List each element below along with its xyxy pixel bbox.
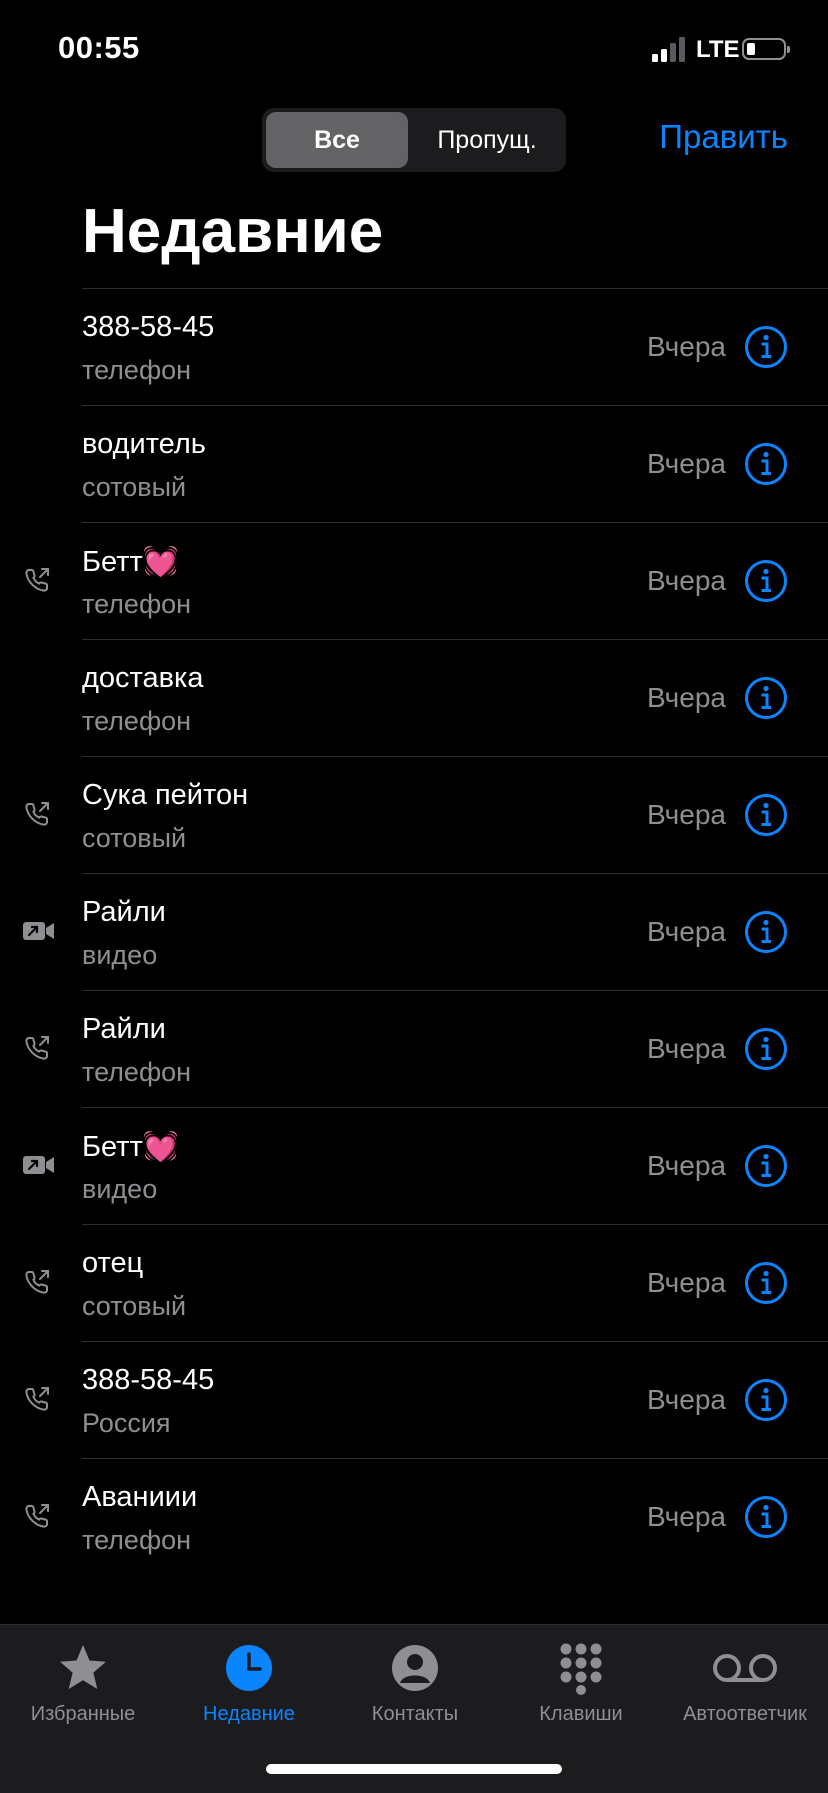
phone-outgoing-icon	[22, 1501, 52, 1531]
tab-voicemail-label: Автоответчик	[683, 1703, 807, 1725]
call-label: видео	[82, 1174, 158, 1204]
recent-calls-list: 388-58-45 телефон Вчера водитель сотовый Вчер…	[0, 288, 828, 1575]
call-label: телефон	[82, 589, 192, 619]
clock-icon	[226, 1645, 272, 1691]
call-name: Райли	[82, 896, 166, 928]
phone-outgoing-icon	[22, 1384, 52, 1414]
voicemail-icon	[713, 1654, 777, 1682]
call-label: телефон	[82, 355, 192, 385]
call-date: Вчера	[646, 916, 726, 947]
call-row[interactable]: доставка телефон Вчера	[82, 639, 828, 756]
call-name: Бетт💓	[82, 546, 179, 578]
call-date: Вчера	[646, 565, 726, 596]
call-label: телефон	[82, 706, 192, 736]
phone-outgoing-icon	[22, 1033, 52, 1063]
call-row[interactable]: водитель сотовый Вчера	[82, 405, 828, 522]
call-label: сотовый	[82, 823, 187, 853]
call-date: Вчера	[646, 799, 726, 830]
call-name: 388-58-45	[82, 311, 215, 343]
battery-icon	[742, 38, 790, 60]
tab-favorites[interactable]: Избранные	[0, 1641, 166, 1741]
call-label: видео	[82, 940, 158, 970]
call-row[interactable]: Райли телефон Вчера	[25, 990, 828, 1107]
call-date: Вчера	[646, 331, 726, 362]
star-icon	[60, 1645, 106, 1689]
info-icon[interactable]	[744, 1261, 788, 1305]
call-name: доставка	[82, 662, 204, 694]
page-title: Недавние	[82, 197, 384, 266]
call-name: 388-58-45	[82, 1364, 215, 1396]
video-outgoing-icon	[22, 916, 54, 946]
phone-outgoing-icon	[22, 565, 52, 595]
info-icon[interactable]	[744, 325, 788, 369]
call-label: сотовый	[82, 1291, 187, 1321]
info-icon[interactable]	[744, 442, 788, 486]
info-icon[interactable]	[744, 1495, 788, 1539]
call-row[interactable]: отец сотовый Вчера	[25, 1224, 828, 1341]
tab-contacts[interactable]: Контакты	[332, 1641, 498, 1741]
phone-outgoing-icon	[22, 1267, 52, 1297]
call-date: Вчера	[646, 1501, 726, 1532]
calls-filter-segmented-control: Все Пропущ.	[262, 108, 566, 172]
call-name: водитель	[82, 428, 206, 460]
info-icon[interactable]	[744, 1027, 788, 1071]
phone-outgoing-icon	[22, 799, 52, 829]
call-row[interactable]: Аваниии телефон Вчера	[25, 1458, 828, 1575]
call-row[interactable]: Райли видео Вчера	[23, 873, 828, 990]
person-circle-icon	[392, 1645, 438, 1691]
call-row[interactable]: 388-58-45 Россия Вчера	[25, 1341, 828, 1458]
call-label: сотовый	[82, 472, 187, 502]
info-icon[interactable]	[744, 1144, 788, 1188]
tab-favorites-label: Избранные	[30, 1703, 136, 1725]
call-row[interactable]: 388-58-45 телефон Вчера	[82, 288, 828, 405]
segment-missed[interactable]: Пропущ.	[412, 112, 562, 168]
tab-voicemail[interactable]: Автоответчик	[662, 1641, 828, 1741]
home-indicator[interactable]	[266, 1764, 562, 1774]
call-date: Вчера	[646, 1150, 726, 1181]
call-label: телефон	[82, 1525, 192, 1555]
info-icon[interactable]	[744, 676, 788, 720]
call-label: Россия	[82, 1408, 171, 1438]
tab-recents[interactable]: Недавние	[166, 1641, 332, 1741]
call-date: Вчера	[646, 1033, 726, 1064]
status-time: 00:55	[58, 30, 140, 65]
call-row[interactable]: Бетт💓 видео Вчера	[23, 1107, 828, 1224]
call-name: Райли	[82, 1013, 166, 1045]
call-date: Вчера	[646, 1384, 726, 1415]
video-outgoing-icon	[22, 1150, 54, 1180]
keypad-icon	[560, 1643, 602, 1695]
network-type: LTE	[696, 36, 740, 63]
call-row[interactable]: Бетт💓 телефон Вчера	[25, 522, 828, 639]
call-date: Вчера	[646, 682, 726, 713]
cellular-signal-icon	[652, 36, 690, 62]
tab-contacts-label: Контакты	[371, 1703, 459, 1725]
edit-button[interactable]: Править	[659, 118, 788, 156]
call-name: Сука пейтон	[82, 779, 249, 811]
status-bar: 00:55 LTE	[0, 0, 828, 100]
info-icon[interactable]	[744, 793, 788, 837]
info-icon[interactable]	[744, 1378, 788, 1422]
call-name: Бетт💓	[82, 1131, 179, 1163]
tab-keypad-label: Клавиши	[539, 1703, 623, 1725]
call-name: Аваниии	[82, 1481, 198, 1513]
info-icon[interactable]	[744, 910, 788, 954]
call-date: Вчера	[646, 448, 726, 479]
call-label: телефон	[82, 1057, 192, 1087]
call-name: отец	[82, 1247, 144, 1279]
info-icon[interactable]	[744, 559, 788, 603]
tab-keypad[interactable]: Клавиши	[498, 1641, 664, 1741]
call-row[interactable]: Сука пейтон сотовый Вчера	[25, 756, 828, 873]
tab-recents-label: Недавние	[203, 1703, 295, 1725]
segment-all[interactable]: Все	[266, 112, 408, 168]
call-date: Вчера	[646, 1267, 726, 1298]
